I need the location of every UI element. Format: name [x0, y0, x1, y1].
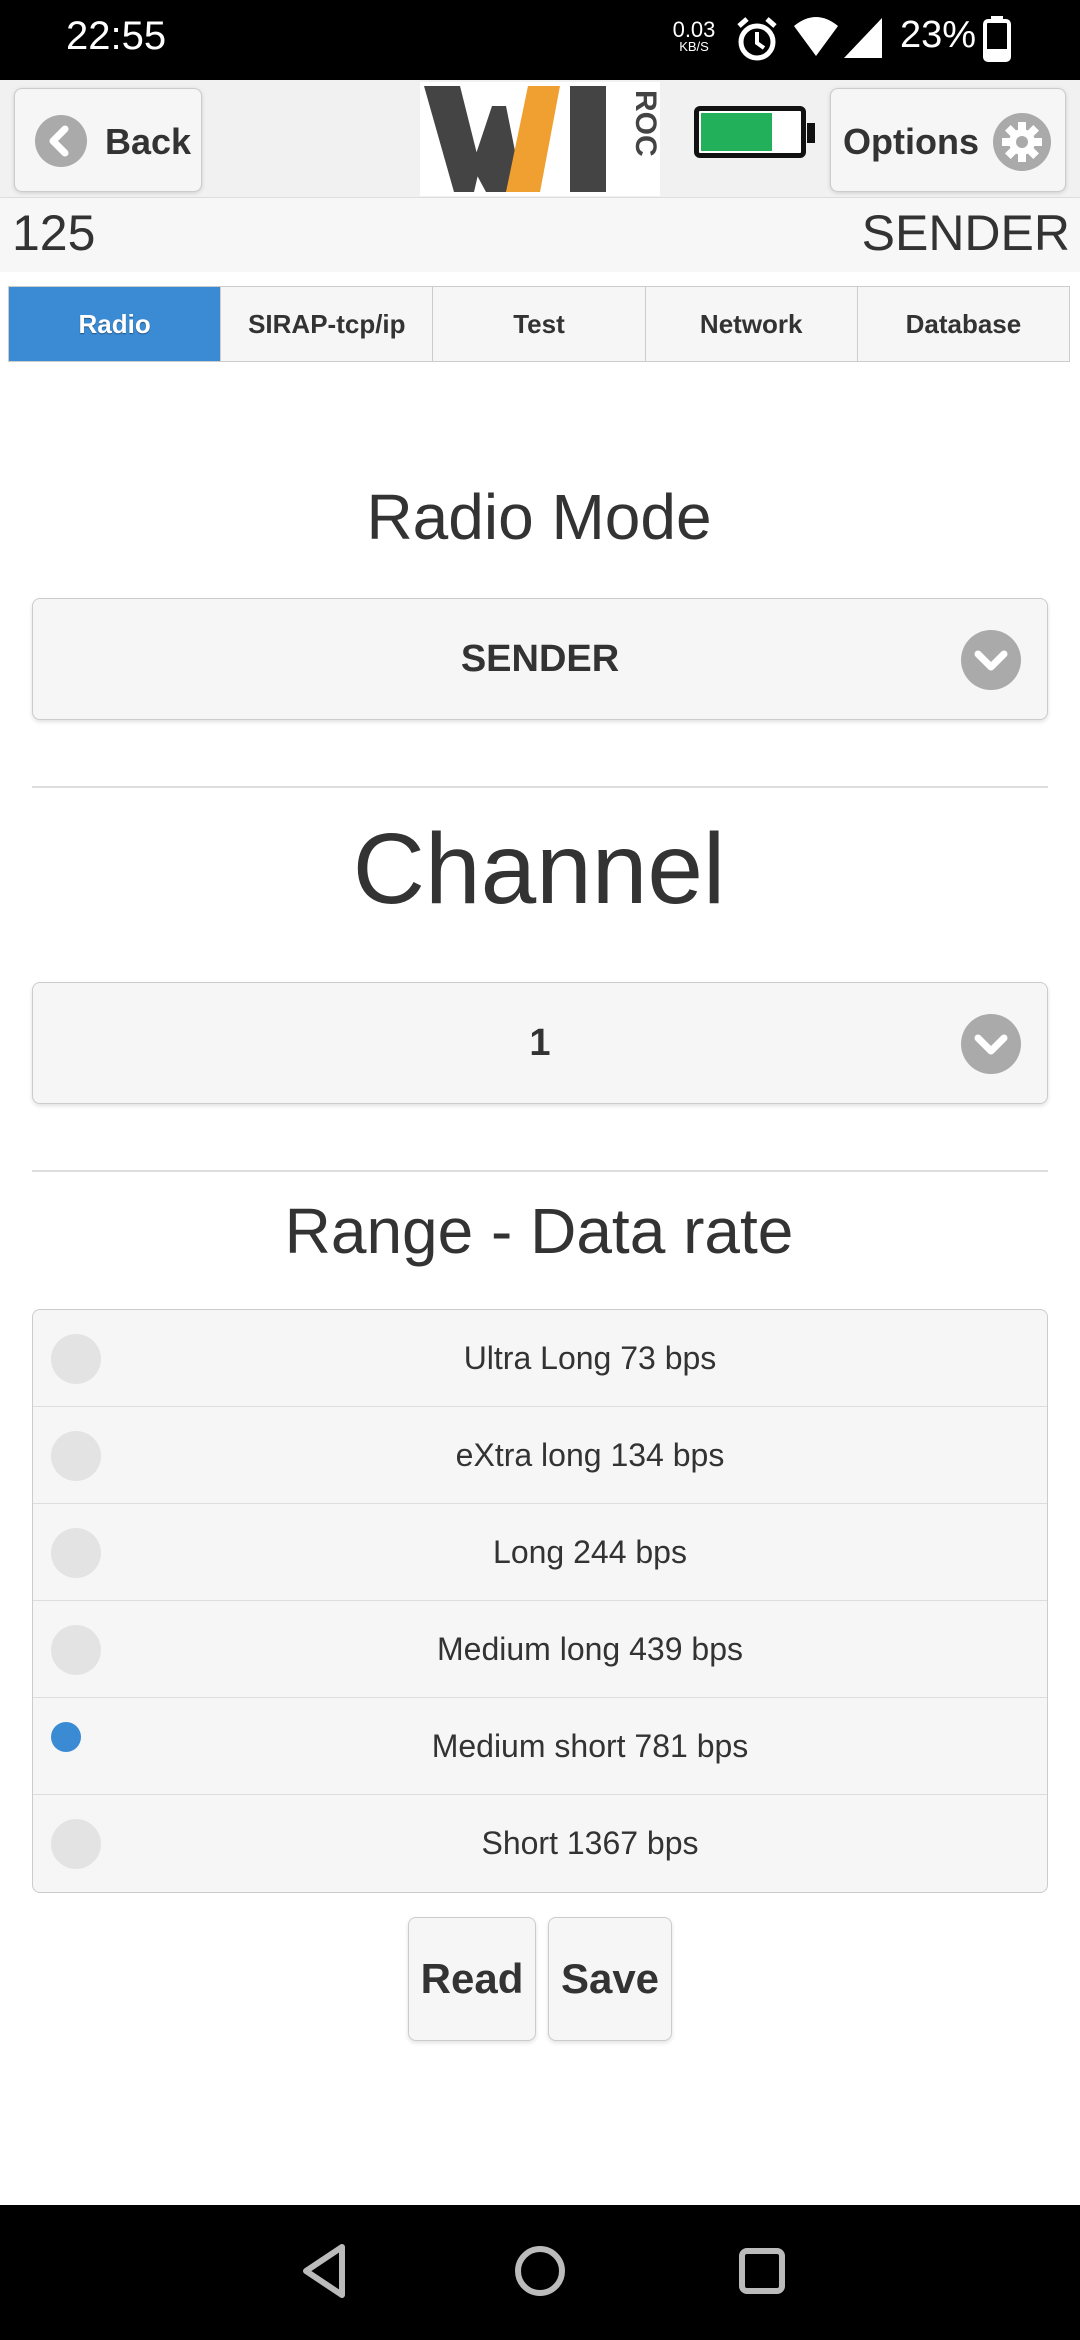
range-option-medium-short[interactable]: Medium short 781 bps: [33, 1698, 1047, 1795]
status-bar: 22:55 0.03 KB/S 23%: [0, 0, 1080, 80]
device-battery-indicator: [694, 106, 815, 158]
battery-icon: [983, 16, 1011, 62]
range-option-short[interactable]: Short 1367 bps: [33, 1795, 1047, 1892]
app-screen: Back ROC Options 125 SENDER Radio SIRAP-…: [0, 80, 1080, 2205]
back-label: Back: [105, 121, 192, 162]
wiroc-logo: ROC: [420, 82, 662, 196]
radio-mode-select[interactable]: SENDER: [32, 598, 1048, 720]
chevron-down-icon: [961, 1014, 1021, 1074]
options-button[interactable]: Options: [830, 88, 1066, 192]
divider: [32, 786, 1048, 788]
device-mode: SENDER: [861, 205, 1070, 261]
chevron-left-icon: [35, 115, 87, 167]
channel-select[interactable]: 1: [32, 982, 1048, 1104]
gear-icon: [993, 113, 1051, 171]
alarm-icon: [737, 17, 777, 61]
tab-database[interactable]: Database: [857, 287, 1070, 361]
network-speed-unit: KB/S: [679, 39, 709, 54]
back-nav-icon[interactable]: [296, 2239, 352, 2303]
tab-sirap-tcp-ip[interactable]: SIRAP-tcp/ip: [221, 287, 434, 361]
read-button[interactable]: Read: [408, 1917, 536, 2041]
back-button[interactable]: Back: [14, 88, 202, 192]
range-option-medium-long[interactable]: Medium long 439 bps: [33, 1601, 1047, 1698]
range-option-ultra-long[interactable]: Ultra Long 73 bps: [33, 1310, 1047, 1407]
battery-percent: 23%: [900, 14, 977, 56]
recents-nav-icon[interactable]: [734, 2239, 790, 2303]
range-option-label: Medium long 439 bps: [437, 1630, 743, 1667]
range-option-long[interactable]: Long 244 bps: [33, 1504, 1047, 1601]
network-speed: 0.03 KB/S: [670, 19, 718, 54]
range-option-label: eXtra long 134 bps: [455, 1436, 725, 1473]
app-header: Back ROC Options: [0, 80, 1080, 198]
range-title: Range - Data rate: [284, 1195, 794, 1267]
radio-mode-value: SENDER: [460, 637, 620, 680]
range-option-label: Medium short 781 bps: [431, 1727, 749, 1764]
chevron-down-icon: [961, 630, 1021, 690]
range-option-extra-long[interactable]: eXtra long 134 bps: [33, 1407, 1047, 1504]
options-label: Options: [843, 121, 979, 162]
home-nav-icon[interactable]: [510, 2239, 570, 2303]
radio-mode-title: Radio Mode: [366, 481, 712, 553]
tab-radio[interactable]: Radio: [9, 287, 222, 361]
range-option-label: Long 244 bps: [493, 1533, 687, 1570]
save-button[interactable]: Save: [548, 1917, 672, 2041]
range-radio-group: Ultra Long 73 bps eXtra long 134 bps Lon…: [32, 1309, 1048, 1893]
device-info-bar: 125 SENDER: [0, 198, 1080, 272]
svg-text:ROC: ROC: [629, 90, 660, 157]
channel-value: 1: [529, 1021, 551, 1064]
range-option-label: Short 1367 bps: [481, 1825, 699, 1861]
tab-bar: Radio SIRAP-tcp/ip Test Network Database: [8, 286, 1070, 362]
radio-settings-panel: Radio Mode SENDER Channel 1 Range - Data…: [8, 362, 1070, 2205]
wifi-icon: [794, 17, 838, 56]
tab-network[interactable]: Network: [645, 287, 858, 361]
system-nav-bar: [0, 2205, 1080, 2340]
divider: [32, 1170, 1048, 1172]
channel-title: Channel: [352, 813, 726, 925]
device-id: 125: [12, 205, 96, 261]
device-battery-fill: [701, 113, 773, 151]
signal-icon: [844, 18, 882, 58]
tab-test[interactable]: Test: [433, 287, 646, 361]
status-time: 22:55: [66, 14, 167, 58]
range-option-label: Ultra Long 73 bps: [463, 1339, 717, 1376]
